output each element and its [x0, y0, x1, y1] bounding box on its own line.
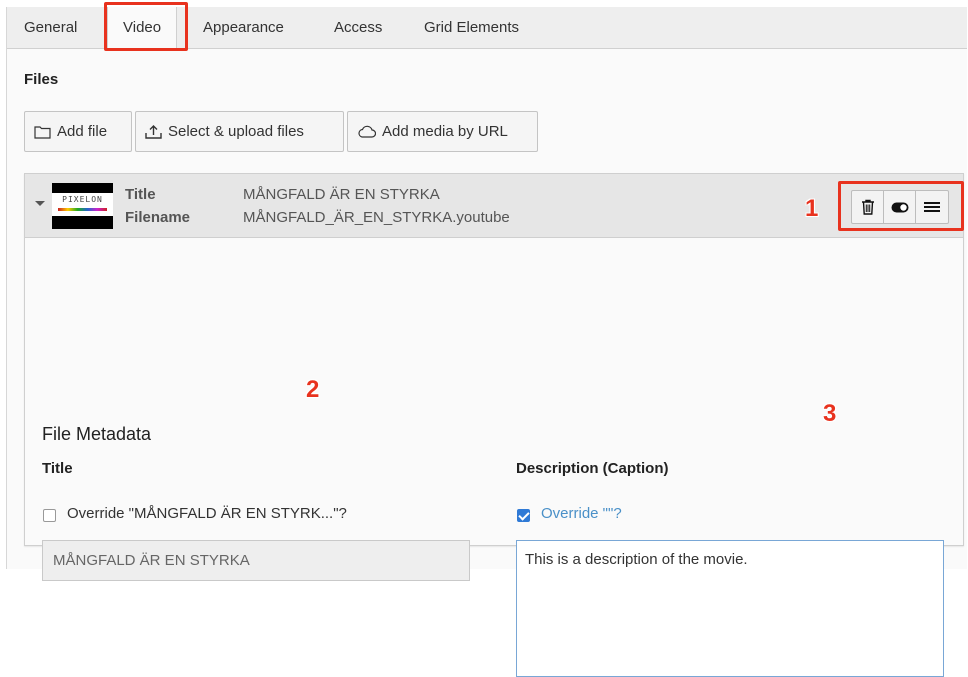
title-meta-label: Title [125, 186, 156, 203]
collapse-caret-icon[interactable] [35, 201, 45, 206]
override-title-label[interactable]: Override "MÅNGFALD ÄR EN STYRK..."? [67, 505, 347, 522]
description-textarea[interactable]: This is a description of the movie. [516, 540, 944, 677]
tab-video[interactable]: Video [107, 7, 178, 49]
title-input[interactable]: MÅNGFALD ÄR EN STYRKA [42, 540, 470, 581]
file-controls [851, 190, 949, 224]
tab-bar: General Video Appearance Access Grid Ele… [7, 7, 967, 49]
override-description-checkbox[interactable] [517, 509, 530, 522]
file-metadata-heading: File Metadata [42, 424, 152, 444]
files-section-title: Files [24, 71, 59, 88]
select-upload-button[interactable]: Select & upload files [135, 111, 344, 152]
toggle-visibility-icon[interactable] [884, 191, 916, 223]
filename-meta-label: Filename [125, 209, 191, 226]
content-element-editor: General Video Appearance Access Grid Ele… [6, 2, 967, 677]
filename-meta-value: MÅNGFALD_ÄR_EN_STYRKA.youtube [243, 209, 510, 226]
title-meta-value: MÅNGFALD ÄR EN STYRKA [243, 186, 440, 203]
file-reference-panel: PIXELON Title MÅNGFALD ÄR EN STYRKA File… [24, 173, 964, 677]
description-field-label: Description (Caption) [516, 460, 669, 477]
trash-icon[interactable] [852, 191, 884, 223]
add-media-by-url-button[interactable]: Add media by URL [347, 111, 538, 152]
tab-access[interactable]: Access [334, 7, 382, 48]
add-file-button[interactable]: Add file [24, 111, 132, 152]
title-field-label: Title [42, 460, 73, 477]
tab-general[interactable]: General [24, 7, 77, 48]
add-file-label: Add file [57, 123, 108, 140]
upload-icon [145, 125, 162, 139]
file-reference-header[interactable]: PIXELON Title MÅNGFALD ÄR EN STYRKA File… [25, 174, 963, 238]
folder-icon [34, 125, 51, 139]
cloud-icon [358, 125, 376, 138]
override-description-label[interactable]: Override ""? [541, 505, 622, 522]
tab-grid-elements[interactable]: Grid Elements [424, 7, 519, 48]
thumbnail-logo: PIXELON [62, 195, 103, 204]
add-media-url-label: Add media by URL [382, 123, 508, 140]
select-upload-label: Select & upload files [168, 123, 304, 140]
override-title-checkbox[interactable] [43, 509, 56, 522]
drag-handle-icon[interactable] [916, 191, 948, 223]
video-thumbnail: PIXELON [52, 183, 113, 229]
tab-appearance[interactable]: Appearance [203, 7, 284, 48]
